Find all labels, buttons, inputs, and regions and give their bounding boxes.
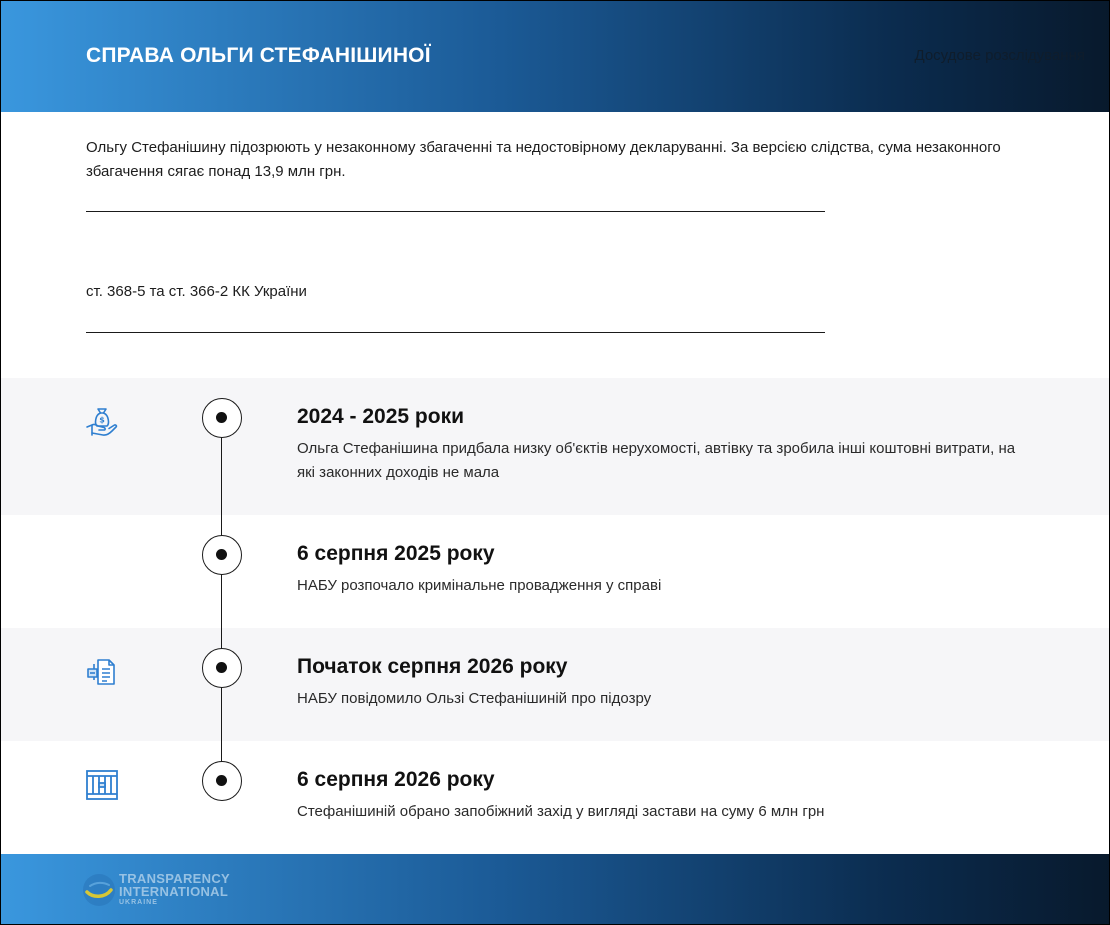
event-description: НАБУ розпочало кримінальне провадження у…: [297, 577, 662, 594]
case-description: Ольгу Стефанішину підозрюють у незаконно…: [86, 139, 1001, 180]
globe-logo-icon: [83, 874, 115, 906]
event-date: 2024 - 2025 роки: [297, 405, 465, 428]
divider: [86, 332, 825, 333]
event-date: Початок серпня 2026 року: [297, 655, 568, 678]
event-description: НАБУ повідомило Ользі Стефанішиній про п…: [297, 690, 652, 707]
timeline-row: [1, 628, 1109, 741]
money-bag-hand-icon: $: [86, 408, 118, 436]
prison-bars-icon: [86, 770, 118, 800]
event-description: Стефанішиній обрано запобіжний захід у в…: [297, 803, 825, 820]
event-date: 6 серпня 2026 року: [297, 768, 495, 791]
criminal-code-articles: ст. 368-5 та ст. 366-2 КК України: [86, 283, 307, 300]
footer-banner: TRANSPARENCY INTERNATIONAL UKRAINE: [1, 854, 1109, 924]
page-title: СПРАВА ОЛЬГИ СТЕФАНІШИНОЇ: [86, 44, 431, 67]
documents-icon: [87, 659, 115, 685]
event-description: Ольга Стефанішина придбала низку об'єкті…: [297, 440, 1016, 481]
transparency-international-logo: TRANSPARENCY INTERNATIONAL UKRAINE: [81, 870, 251, 910]
svg-text:$: $: [99, 416, 105, 425]
timeline-line: [221, 418, 222, 781]
logo-text-line: INTERNATIONAL: [119, 884, 229, 899]
logo-text-line: UKRAINE: [119, 899, 158, 906]
timeline-row: [1, 515, 1109, 628]
timeline-node: [202, 761, 242, 801]
timeline-node: [202, 648, 242, 688]
divider: [86, 211, 825, 212]
header-banner: СПРАВА ОЛЬГИ СТЕФАНІШИНОЇ Досудове розсл…: [1, 1, 1109, 112]
event-date: 6 серпня 2025 року: [297, 542, 495, 565]
timeline-node: [202, 535, 242, 575]
infographic: СПРАВА ОЛЬГИ СТЕФАНІШИНОЇ Досудове розсл…: [0, 0, 1110, 925]
timeline-node: [202, 398, 242, 438]
case-stage-label: Досудове розслідування: [914, 47, 1085, 64]
timeline-row: [1, 741, 1109, 854]
